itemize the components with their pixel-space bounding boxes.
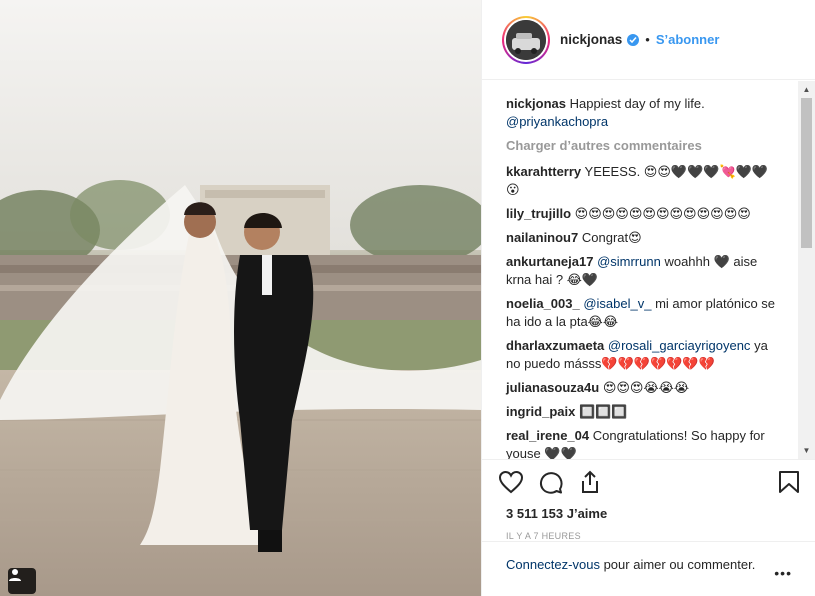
comment-text: 😍😍😍😭😭😭 (602, 380, 690, 395)
comment-username[interactable]: real_irene_04 (506, 428, 589, 443)
like-button[interactable] (498, 462, 538, 502)
comment-username[interactable]: dharlaxzumaeta (506, 338, 604, 353)
comment-item: nailaninou7 Congrat😍 (506, 229, 776, 247)
user-tag-icon (9, 569, 21, 581)
comments-list[interactable]: nickjonas Happiest day of my life. @priy… (482, 81, 815, 459)
comment-username[interactable]: julianasouza4u (506, 380, 599, 395)
comment-mention[interactable]: @isabel_v_ (583, 296, 651, 311)
load-more-comments-button[interactable]: Charger d’autres commentaires (506, 137, 776, 155)
verified-badge-icon (627, 33, 640, 46)
comment-item: kkarahtterry YEEESS. 😍😍🖤🖤🖤💘🖤🖤😮 (506, 163, 776, 199)
caption-mention[interactable]: @priyankachopra (506, 114, 608, 129)
comment-icon (539, 472, 563, 494)
follow-button[interactable]: S’abonner (656, 32, 720, 47)
avatar[interactable] (502, 15, 550, 64)
comment-item: ankurtaneja17 @simrrunn woahhh 🖤 aise kr… (506, 253, 776, 289)
wedding-photo-illustration (0, 0, 481, 596)
post-timestamp[interactable]: IL Y A 7 HEURES (506, 531, 800, 541)
caption: nickjonas Happiest day of my life. @priy… (506, 95, 776, 131)
post-photo[interactable] (0, 0, 481, 596)
comment-item: noelia_003_ @isabel_v_ mi amor platónico… (506, 295, 776, 331)
comment-text: 🔲🔲🔲 (578, 404, 628, 419)
post-header: nickjonas • S’abonner (482, 0, 815, 80)
heart-icon (498, 470, 524, 494)
caption-username[interactable]: nickjonas (506, 96, 566, 111)
comment-username[interactable]: noelia_003_ (506, 296, 580, 311)
comment-text: Congrat😍 (581, 230, 642, 245)
comment-text: 😍😍😍😍😍😍😍😍😍😍😍😍😍 (574, 206, 751, 221)
scrollbar-thumb[interactable] (801, 98, 812, 248)
header-separator: • (645, 32, 650, 47)
scroll-up-arrow-icon[interactable]: ▲ (798, 81, 815, 98)
comment-item: lily_trujillo 😍😍😍😍😍😍😍😍😍😍😍😍😍 (506, 205, 776, 223)
caption-text: Happiest day of my life. (569, 96, 705, 111)
likes-count[interactable]: 3 511 153 J’aime (506, 506, 800, 521)
login-prompt-text: pour aimer ou commenter. (603, 557, 756, 572)
bookmark-icon (779, 471, 799, 493)
more-options-button[interactable]: ••• (774, 564, 792, 582)
comment-button[interactable] (538, 462, 578, 502)
post-actions: 3 511 153 J’aime IL Y A 7 HEURES (482, 459, 815, 541)
comment-username[interactable]: lily_trujillo (506, 206, 571, 221)
header-username[interactable]: nickjonas (560, 32, 622, 47)
comment-username[interactable]: ankurtaneja17 (506, 254, 593, 269)
login-link[interactable]: Connectez-vous (506, 557, 600, 572)
comment-username[interactable]: ingrid_paix (506, 404, 575, 419)
comment-item: dharlaxzumaeta @rosali_garciayrigoyenc y… (506, 337, 776, 373)
comment-item: real_irene_04 Congratulations! So happy … (506, 427, 776, 459)
comments-scrollbar[interactable]: ▲ ▼ (798, 81, 815, 459)
comment-mention[interactable]: @rosali_garciayrigoyenc (608, 338, 751, 353)
avatar-image (506, 19, 546, 60)
comment-item: julianasouza4u 😍😍😍😭😭😭 (506, 379, 776, 397)
share-icon (582, 470, 598, 493)
avatar-photo-icon (506, 19, 546, 60)
post-side-panel: nickjonas • S’abonner nickjonas Happiest… (481, 0, 815, 596)
scroll-down-arrow-icon[interactable]: ▼ (798, 442, 815, 459)
comment-mention[interactable]: @simrrunn (597, 254, 661, 269)
comment-username[interactable]: nailaninou7 (506, 230, 578, 245)
comment-item: ingrid_paix 🔲🔲🔲 (506, 403, 776, 421)
comment-username[interactable]: kkarahtterry (506, 164, 581, 179)
share-button[interactable] (578, 462, 618, 502)
login-prompt: Connectez-vous pour aimer ou commenter. … (482, 541, 815, 596)
save-button[interactable] (760, 462, 800, 502)
user-tag-button[interactable] (8, 568, 36, 594)
